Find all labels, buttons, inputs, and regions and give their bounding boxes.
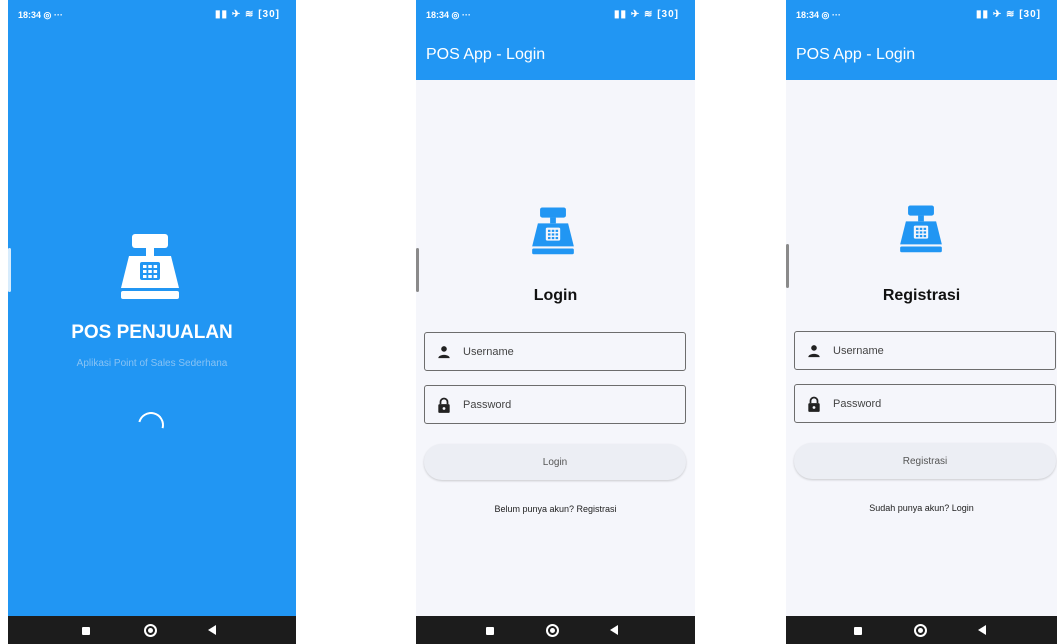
airplane-icon: ✈ (630, 9, 641, 20)
status-time: 18:34 ◎ ··· (18, 10, 63, 20)
username-field[interactable] (794, 331, 1056, 370)
page-title: Registrasi (882, 287, 961, 304)
battery-icon: [30] (258, 9, 280, 20)
cash-register-icon (118, 232, 182, 300)
signal-icon: ▮▮ (215, 9, 229, 20)
recents-square-icon[interactable] (82, 627, 90, 635)
login-screen: 18:34 ◎ ··· ▮▮ ✈ ≋ [30] POS App - Login … (416, 0, 695, 644)
edge-gesture-handle[interactable] (416, 248, 419, 292)
airplane-icon: ✈ (231, 9, 242, 20)
cash-register-icon (898, 204, 944, 253)
system-nav-bar (416, 616, 695, 644)
recents-square-icon[interactable] (486, 627, 494, 635)
battery-icon: [30] (1019, 9, 1041, 20)
wifi-icon: ≋ (644, 9, 654, 20)
home-circle-icon[interactable] (546, 624, 559, 637)
app-bar: 18:34 ◎ ··· ▮▮ ✈ ≋ [30] POS App - Login (416, 0, 695, 80)
signal-icon: ▮▮ (614, 9, 628, 20)
home-circle-icon[interactable] (914, 624, 927, 637)
status-bar: 18:34 ◎ ··· ▮▮ ✈ ≋ [30] (416, 0, 695, 26)
edge-gesture-handle[interactable] (8, 248, 11, 292)
password-input[interactable] (833, 385, 1043, 422)
register-screen: 18:34 ◎ ··· ▮▮ ✈ ≋ [30] POS App - Login … (786, 0, 1057, 644)
airplane-icon: ✈ (992, 9, 1003, 20)
password-field[interactable] (794, 384, 1056, 423)
cash-register-icon (530, 206, 576, 255)
password-field[interactable] (424, 385, 686, 424)
status-icons: ▮▮ ✈ ≋ [30] (976, 9, 1041, 20)
status-time: 18:34 ◎ ··· (426, 10, 471, 20)
lock-icon (807, 396, 821, 412)
back-triangle-icon[interactable] (208, 625, 216, 635)
password-input[interactable] (463, 386, 673, 423)
app-bar: 18:34 ◎ ··· ▮▮ ✈ ≋ [30] POS App - Login (786, 0, 1057, 80)
loading-spinner-icon (133, 407, 169, 443)
wifi-icon: ≋ (245, 9, 255, 20)
person-icon (807, 343, 821, 359)
page-title: Login (533, 287, 578, 304)
app-name: POS PENJUALAN (71, 322, 233, 343)
battery-icon: [30] (657, 9, 679, 20)
login-button[interactable]: Login (424, 444, 686, 480)
recents-square-icon[interactable] (854, 627, 862, 635)
status-icons: ▮▮ ✈ ≋ [30] (614, 9, 679, 20)
app-bar-title: POS App - Login (426, 46, 546, 63)
status-icons: ▮▮ ✈ ≋ [30] (215, 9, 280, 20)
lock-icon (437, 397, 451, 413)
signal-icon: ▮▮ (976, 9, 990, 20)
wifi-icon: ≋ (1006, 9, 1016, 20)
person-icon (437, 344, 451, 360)
home-circle-icon[interactable] (144, 624, 157, 637)
username-field[interactable] (424, 332, 686, 371)
back-triangle-icon[interactable] (610, 625, 618, 635)
register-link[interactable]: Belum punya akun? Registrasi (416, 504, 695, 514)
login-link[interactable]: Sudah punya akun? Login (786, 503, 1057, 513)
edge-gesture-handle[interactable] (786, 244, 789, 288)
status-bar: 18:34 ◎ ··· ▮▮ ✈ ≋ [30] (786, 0, 1057, 26)
back-triangle-icon[interactable] (978, 625, 986, 635)
register-button[interactable]: Registrasi (794, 443, 1056, 479)
app-bar-title: POS App - Login (796, 46, 916, 63)
username-input[interactable] (833, 332, 1043, 369)
status-bar: 18:34 ◎ ··· ▮▮ ✈ ≋ [30] (8, 0, 296, 26)
app-tagline: Aplikasi Point of Sales Sederhana (76, 358, 228, 369)
status-time: 18:34 ◎ ··· (796, 10, 841, 20)
username-input[interactable] (463, 333, 673, 370)
splash-screen: 18:34 ◎ ··· ▮▮ ✈ ≋ [30] POS PENJUALAN Ap… (8, 0, 296, 644)
system-nav-bar (786, 616, 1057, 644)
system-nav-bar (8, 616, 296, 644)
